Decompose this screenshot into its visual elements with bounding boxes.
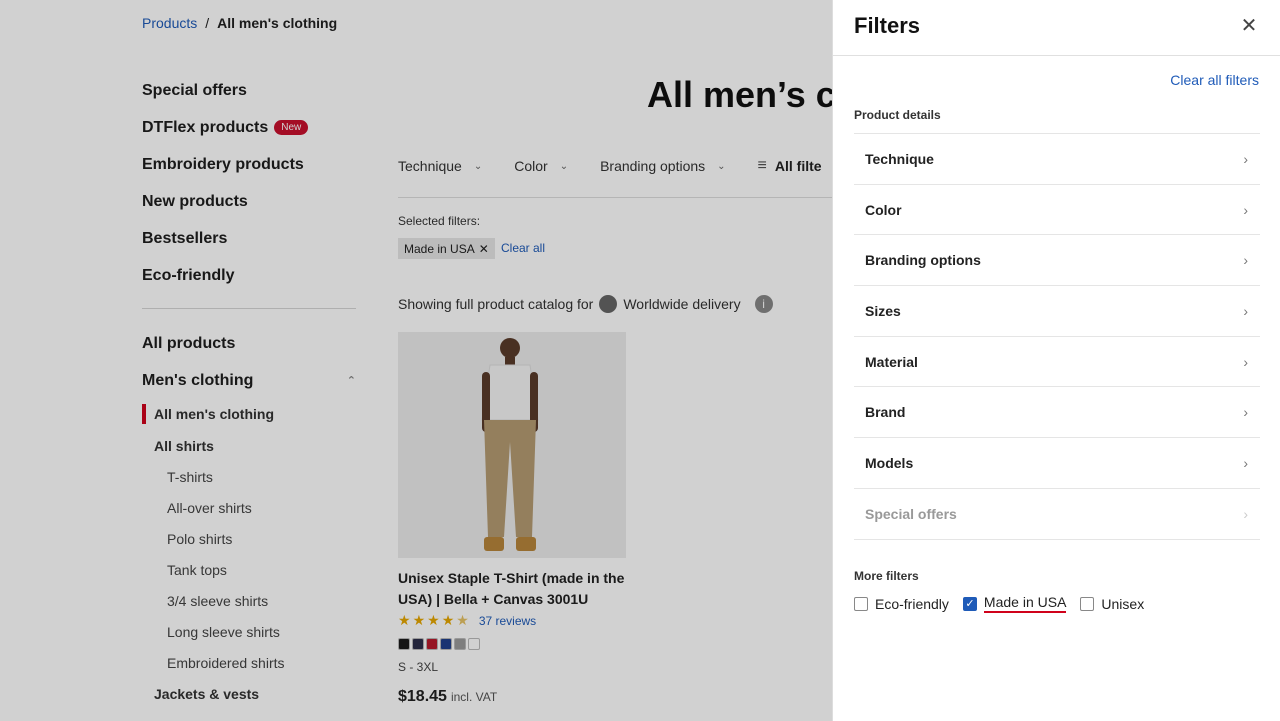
star-icon: ★ [427, 612, 440, 628]
sidebar-sub-tank-tops[interactable]: Tank tops [142, 554, 356, 585]
sidebar-divider [142, 308, 356, 309]
sidebar-item-bestsellers[interactable]: Bestsellers [142, 220, 356, 257]
chevron-right-icon: › [1243, 353, 1248, 370]
sidebar-sub-embroidered-shirts[interactable]: Embroidered shirts [142, 647, 356, 678]
filter-lines-icon: ≡ [757, 157, 767, 174]
filter-bar-divider [398, 197, 832, 198]
star-icon: ★ [398, 612, 411, 628]
close-icon[interactable]: ✕ [1238, 14, 1260, 37]
filter-row-branding-options[interactable]: Branding options › [854, 235, 1260, 287]
half-star-icon: ★ [456, 612, 469, 628]
chevron-down-icon: ⌄ [717, 160, 726, 172]
product-image[interactable] [398, 332, 626, 558]
chevron-right-icon: › [1243, 302, 1248, 319]
filter-row-brand[interactable]: Brand › [854, 387, 1260, 439]
sidebar-sub-jackets-vests[interactable]: Jackets & vests [142, 678, 356, 709]
more-filters-options: Eco-friendly ✓ Made in USA Unisex [854, 594, 1144, 613]
clear-all-link[interactable]: Clear all [501, 241, 545, 255]
chevron-right-icon: › [1243, 252, 1248, 269]
sidebar-sub-all-shirts[interactable]: All shirts [142, 430, 356, 461]
filter-row-material[interactable]: Material › [854, 337, 1260, 388]
rating-stars: ★ ★ ★ ★ ★ 37 reviews [398, 612, 536, 629]
info-icon[interactable]: i [754, 295, 773, 313]
filter-row-sizes[interactable]: Sizes › [854, 286, 1260, 337]
chevron-down-icon: ⌄ [559, 160, 569, 172]
check-icon[interactable]: ✓ [962, 596, 977, 611]
breadcrumb-separator: / [205, 15, 210, 31]
more-filters-label: More filters [854, 569, 919, 583]
sidebar-item-new-products[interactable]: New products [142, 183, 356, 220]
chevron-right-icon: › [1243, 150, 1248, 167]
sidebar-sub-polo-shirts[interactable]: Polo shirts [142, 523, 356, 554]
filters-drawer: Filters ✕ Clear all filters Product deta… [832, 0, 1280, 721]
breadcrumb-current: All men's clothing [217, 15, 338, 31]
chevron-right-icon: › [1243, 201, 1248, 218]
color-dropdown[interactable]: Color ⌄ [514, 157, 568, 175]
chevron-right-icon: › [1243, 454, 1248, 471]
star-icon: ★ [441, 612, 455, 628]
made-in-usa-checkbox[interactable]: ✓ Made in USA [962, 594, 1067, 613]
new-badge: New [274, 120, 309, 135]
sidebar-sub-three-quarter-sleeve[interactable]: 3/4 sleeve shirts [142, 585, 356, 616]
breadcrumb: Products / All men's clothing [142, 15, 337, 31]
clear-all-filters-link[interactable]: Clear all filters [1170, 72, 1259, 88]
checkbox-box[interactable] [854, 596, 868, 611]
product-title[interactable]: Unisex Staple T-Shirt (made in the USA) … [398, 568, 638, 610]
drawer-header-divider [833, 55, 1280, 56]
remove-chip-icon[interactable]: ✕ [479, 242, 489, 256]
filter-chip-made-in-usa[interactable]: Made in USA ✕ [398, 238, 495, 259]
product-price: $18.45 incl. VAT [398, 688, 498, 705]
filter-row-models[interactable]: Models › [854, 438, 1260, 489]
filter-row-technique[interactable]: Technique › [854, 134, 1260, 185]
chevron-up-icon[interactable]: ⌃ [347, 374, 356, 387]
star-icon: ★ [412, 612, 426, 628]
selected-filters-label: Selected filters: [398, 214, 481, 228]
filter-row-color[interactable]: Color › [854, 185, 1260, 236]
breadcrumb-products-link[interactable]: Products [142, 15, 197, 31]
sidebar: Special offers DTFlex products New Embro… [142, 72, 356, 709]
catalog-note: Showing full product catalog for Worldwi… [398, 295, 773, 313]
color-swatch[interactable] [412, 638, 424, 650]
chevron-right-icon: › [1243, 505, 1248, 522]
color-swatch[interactable] [398, 638, 410, 650]
product-details-label: Product details [854, 108, 941, 122]
sidebar-sub-t-shirts[interactable]: T-shirts [142, 461, 356, 492]
sidebar-sub-all-mens-clothing[interactable]: All men's clothing [142, 404, 356, 424]
branding-options-dropdown[interactable]: Branding options ⌄ [600, 157, 725, 175]
color-swatch[interactable] [440, 638, 452, 650]
technique-dropdown[interactable]: Technique ⌄ [398, 157, 482, 175]
vat-note: incl. VAT [450, 690, 498, 704]
sidebar-item-special-offers[interactable]: Special offers [142, 72, 356, 109]
drawer-title: Filters [854, 13, 921, 38]
eco-friendly-checkbox[interactable]: Eco-friendly [854, 596, 949, 612]
region-link[interactable]: Worldwide delivery [623, 296, 740, 312]
filter-bar: Technique ⌄ Color ⌄ Branding options ⌄ ≡ Al… [398, 157, 832, 175]
model-figure [481, 338, 539, 551]
all-filters-button[interactable]: ≡ All filte [758, 157, 822, 175]
color-swatch[interactable] [426, 638, 438, 650]
chevron-down-icon: ⌄ [473, 160, 483, 172]
checkbox-box[interactable] [1080, 596, 1095, 611]
color-swatch[interactable] [454, 638, 466, 650]
globe-icon [599, 295, 618, 313]
sidebar-sub-long-sleeve[interactable]: Long sleeve shirts [142, 616, 356, 647]
color-swatches [398, 638, 480, 650]
sidebar-item-eco-friendly[interactable]: Eco-friendly [142, 257, 356, 294]
color-swatch[interactable] [468, 638, 480, 650]
chevron-right-icon: › [1243, 404, 1248, 421]
filter-row-special-offers: Special offers › [854, 489, 1260, 540]
sidebar-sub-all-over-shirts[interactable]: All-over shirts [142, 492, 356, 523]
sidebar-item-dtflex[interactable]: DTFlex products New [142, 109, 356, 146]
sidebar-item-all-products[interactable]: All products [142, 325, 356, 362]
page: Products / All men's clothing Special of… [0, 0, 1280, 721]
size-range: S - 3XL [398, 660, 439, 674]
sidebar-item-embroidery[interactable]: Embroidery products [142, 146, 356, 183]
sidebar-item-mens-clothing[interactable]: Men's clothing ⌃ [142, 362, 356, 399]
unisex-checkbox[interactable]: Unisex [1080, 596, 1144, 612]
reviews-link[interactable]: 37 reviews [479, 614, 536, 628]
filter-list: Technique › Color › Branding options › Size… [854, 133, 1260, 540]
